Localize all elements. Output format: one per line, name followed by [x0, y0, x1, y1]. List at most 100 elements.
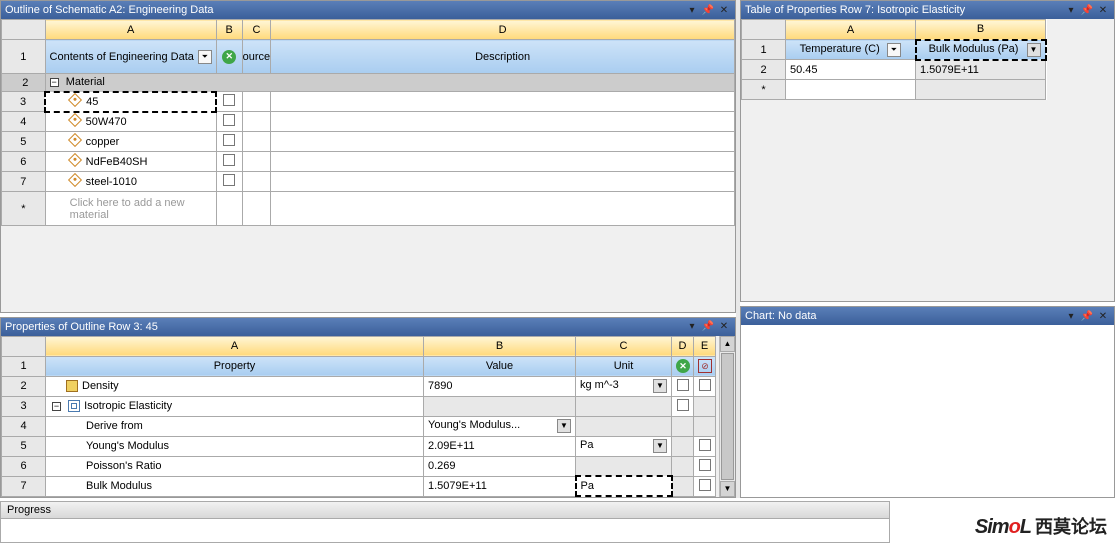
property-value[interactable]: 2.09E+11	[424, 436, 576, 456]
outline-hdr-description: Description	[271, 40, 735, 74]
outline-col-d[interactable]: D	[271, 20, 735, 40]
outline-col-c[interactable]: C	[242, 20, 271, 40]
chart-dropdown-icon[interactable]: ▾	[1064, 309, 1078, 323]
material-50W470[interactable]: 50W470	[45, 112, 216, 132]
property-value[interactable]: Young's Modulus...▼	[424, 416, 576, 436]
tprops-dropdown-icon[interactable]: ▾	[1064, 3, 1078, 17]
material-description[interactable]	[271, 92, 735, 112]
property-value[interactable]: 0.269	[424, 456, 576, 476]
props-hdr-unit: Unit	[576, 356, 672, 376]
property-e[interactable]	[694, 456, 716, 476]
add-material-placeholder[interactable]: Click here to add a new material	[45, 192, 216, 226]
property-e[interactable]	[694, 476, 716, 496]
tprops-col-b[interactable]: B	[916, 20, 1046, 40]
scroll-down-icon[interactable]: ▼	[720, 481, 735, 497]
material-checkbox[interactable]	[216, 132, 242, 152]
property-unit[interactable]: kg m^-3▼	[576, 376, 672, 396]
property-d	[672, 416, 694, 436]
property-label[interactable]: Young's Modulus	[46, 436, 424, 456]
check-circle-icon: ✕	[222, 50, 236, 64]
props-col-c[interactable]: C	[576, 336, 672, 356]
tprops-pin-icon[interactable]: 📌	[1080, 3, 1094, 17]
tprops-hdr-bulk[interactable]: Bulk Modulus (Pa) ▼	[916, 40, 1046, 60]
property-e[interactable]	[694, 436, 716, 456]
isotropic-icon	[68, 400, 80, 412]
material-checkbox[interactable]	[216, 112, 242, 132]
material-NdFeB40SH[interactable]: NdFeB40SH	[45, 152, 216, 172]
material-45[interactable]: 45	[45, 92, 216, 112]
property-label[interactable]: Derive from	[46, 416, 424, 436]
progress-title: Progress	[0, 501, 890, 519]
watermark-logo-pre: Sim	[975, 516, 1009, 538]
tprops-close-icon[interactable]: ✕	[1096, 3, 1110, 17]
dropdown-icon[interactable]: ▼	[653, 379, 667, 393]
properties-dropdown-icon[interactable]: ▾	[685, 320, 699, 334]
chart-pin-icon[interactable]: 📌	[1080, 309, 1094, 323]
property-label[interactable]: Poisson's Ratio	[46, 456, 424, 476]
tprops-temp-value[interactable]: 50.45	[786, 60, 916, 80]
property-value[interactable]: 1.5079E+11	[424, 476, 576, 496]
material-description[interactable]	[271, 152, 735, 172]
outline-col-b[interactable]: B	[216, 20, 242, 40]
checkbox[interactable]	[699, 479, 711, 491]
tprops-hdr-num: 1	[742, 40, 786, 60]
filter-icon[interactable]: ⏷	[887, 43, 901, 57]
material-tag-icon	[68, 133, 82, 147]
props-hdr-property: Property	[46, 356, 424, 376]
material-checkbox[interactable]	[216, 92, 242, 112]
property-e[interactable]	[694, 376, 716, 396]
filter-icon[interactable]: ⏷	[198, 50, 212, 64]
props-col-b[interactable]: B	[424, 336, 576, 356]
dropdown-icon[interactable]: ▼	[557, 419, 571, 433]
outline-pin-icon[interactable]: 📌	[701, 3, 715, 17]
property-unit[interactable]: Pa	[576, 476, 672, 496]
checkbox[interactable]	[699, 459, 711, 471]
material-source	[242, 112, 271, 132]
property-d[interactable]	[672, 396, 694, 416]
property-unit[interactable]	[576, 456, 672, 476]
collapse-icon[interactable]: −	[52, 402, 61, 411]
props-row-num: 4	[2, 416, 46, 436]
material-description[interactable]	[271, 132, 735, 152]
property-label[interactable]: Density	[46, 376, 424, 396]
tprops-empty[interactable]	[786, 80, 916, 100]
property-label[interactable]: Bulk Modulus	[46, 476, 424, 496]
properties-pin-icon[interactable]: 📌	[701, 320, 715, 334]
props-col-d[interactable]: D	[672, 336, 694, 356]
properties-scrollbar[interactable]: ▲ ▼	[719, 336, 735, 498]
material-checkbox[interactable]	[216, 152, 242, 172]
checkbox[interactable]	[677, 399, 689, 411]
checkbox[interactable]	[699, 439, 711, 451]
material-checkbox[interactable]	[216, 172, 242, 192]
material-description[interactable]	[271, 112, 735, 132]
scroll-thumb[interactable]	[721, 353, 734, 481]
checkbox[interactable]	[677, 379, 689, 391]
outline-col-a[interactable]: A	[45, 20, 216, 40]
material-description[interactable]	[271, 172, 735, 192]
checkbox[interactable]	[699, 379, 711, 391]
properties-close-icon[interactable]: ✕	[717, 320, 731, 334]
property-value[interactable]	[424, 396, 576, 416]
props-col-a[interactable]: A	[46, 336, 424, 356]
scroll-up-icon[interactable]: ▲	[720, 336, 735, 352]
props-col-e[interactable]: E	[694, 336, 716, 356]
collapse-icon[interactable]: −	[50, 78, 59, 87]
property-unit[interactable]	[576, 416, 672, 436]
dropdown-icon[interactable]: ▼	[1027, 43, 1041, 57]
property-d[interactable]	[672, 376, 694, 396]
property-unit[interactable]: Pa▼	[576, 436, 672, 456]
outline-close-icon[interactable]: ✕	[717, 3, 731, 17]
property-unit[interactable]	[576, 396, 672, 416]
property-value[interactable]: 7890	[424, 376, 576, 396]
chart-close-icon[interactable]: ✕	[1096, 309, 1110, 323]
material-copper[interactable]: copper	[45, 132, 216, 152]
outline-star-row: *	[2, 192, 46, 226]
outline-group-material[interactable]: − Material	[45, 74, 734, 92]
material-steel-1010[interactable]: steel-1010	[45, 172, 216, 192]
outline-dropdown-icon[interactable]: ▾	[685, 3, 699, 17]
property-label[interactable]: − Isotropic Elasticity	[46, 396, 424, 416]
tprops-col-a[interactable]: A	[786, 20, 916, 40]
tprops-hdr-temp: Temperature (C) ⏷	[786, 40, 916, 60]
dropdown-icon[interactable]: ▼	[653, 439, 667, 453]
chart-title: Chart: No data	[745, 310, 1062, 322]
